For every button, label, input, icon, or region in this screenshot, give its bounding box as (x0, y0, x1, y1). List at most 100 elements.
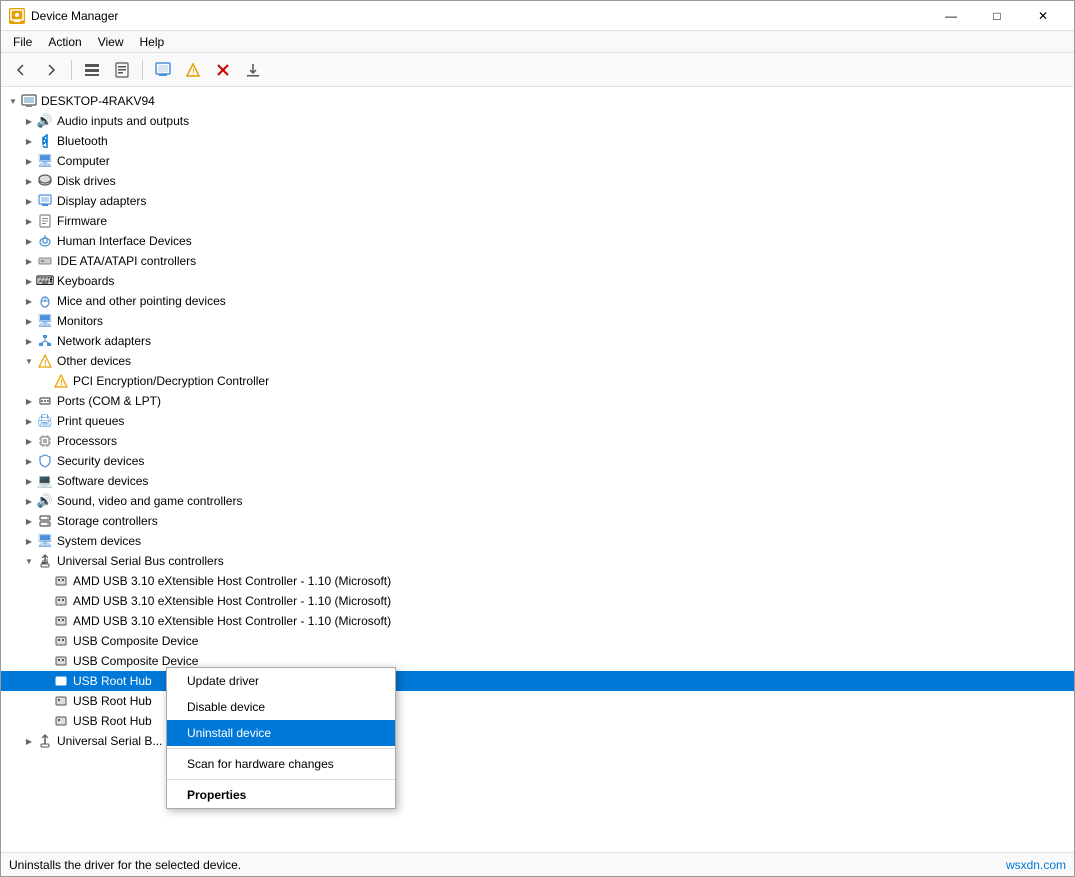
mice-expand[interactable] (21, 291, 37, 311)
ide-label: IDE ATA/ATAPI controllers (57, 254, 196, 268)
tree-item-usb-root-3[interactable]: USB Root Hub (1, 711, 1074, 731)
firmware-expand[interactable] (21, 211, 37, 231)
processors-expand[interactable] (21, 431, 37, 451)
comp2-icon (53, 653, 69, 669)
context-scan-hardware[interactable]: Scan for hardware changes (167, 751, 395, 777)
monitors-expand[interactable] (21, 311, 37, 331)
tree-item-security[interactable]: Security devices (1, 451, 1074, 471)
minimize-button[interactable]: — (928, 1, 974, 31)
keyboards-expand[interactable] (21, 271, 37, 291)
tree-item-other[interactable]: ! Other devices (1, 351, 1074, 371)
tree-item-sound[interactable]: 🔊 Sound, video and game controllers (1, 491, 1074, 511)
disk-label: Disk drives (57, 174, 116, 188)
context-disable-device[interactable]: Disable device (167, 694, 395, 720)
show-hide-button[interactable] (78, 57, 106, 83)
tree-item-print[interactable]: 🖨 Print queues (1, 411, 1074, 431)
tree-item-firmware[interactable]: Firmware (1, 211, 1074, 231)
tree-item-software[interactable]: 💻 Software devices (1, 471, 1074, 491)
tree-item-mice[interactable]: Mice and other pointing devices (1, 291, 1074, 311)
comp2-expand (37, 651, 53, 671)
sound-expand[interactable] (21, 491, 37, 511)
firmware-icon (37, 213, 53, 229)
tree-item-ports[interactable]: Ports (COM & LPT) (1, 391, 1074, 411)
tree-item-keyboards[interactable]: ⌨ Keyboards (1, 271, 1074, 291)
tree-item-display[interactable]: Display adapters (1, 191, 1074, 211)
software-expand[interactable] (21, 471, 37, 491)
tree-item-disk[interactable]: Disk drives (1, 171, 1074, 191)
tree-item-pci[interactable]: ! PCI Encryption/Decryption Controller (1, 371, 1074, 391)
firmware-label: Firmware (57, 214, 107, 228)
comp1-icon (53, 633, 69, 649)
hid-icon (37, 233, 53, 249)
context-update-driver[interactable]: Update driver (167, 668, 395, 694)
tree-item-network[interactable]: Network adapters (1, 331, 1074, 351)
close-button[interactable]: ✕ (1020, 1, 1066, 31)
download-button[interactable] (239, 57, 267, 83)
keyboard-icon: ⌨ (37, 273, 53, 289)
context-menu: Update driver Disable device Uninstall d… (166, 667, 396, 809)
print-expand[interactable] (21, 411, 37, 431)
disk-expand[interactable] (21, 171, 37, 191)
tree-item-usb2[interactable]: Universal Serial B... (1, 731, 1074, 751)
tree-item-usb-root-2[interactable]: USB Root Hub (1, 691, 1074, 711)
storage-expand[interactable] (21, 511, 37, 531)
tree-item-amd-usb-3[interactable]: AMD USB 3.10 eXtensible Host Controller … (1, 611, 1074, 631)
tree-item-composite-2[interactable]: USB Composite Device (1, 651, 1074, 671)
tree-item-monitors[interactable]: 🖥 Monitors (1, 311, 1074, 331)
tree-item-usb-root-1[interactable]: USB Root Hub (1, 671, 1074, 691)
tree-item-usb[interactable]: Universal Serial Bus controllers (1, 551, 1074, 571)
usb2-expand[interactable] (21, 731, 37, 751)
menu-help[interactable]: Help (132, 33, 173, 51)
display-expand[interactable] (21, 191, 37, 211)
uninstall-button[interactable] (209, 57, 237, 83)
tree-item-ide[interactable]: IDE ATA/ATAPI controllers (1, 251, 1074, 271)
tree-item-processors[interactable]: Processors (1, 431, 1074, 451)
network-expand[interactable] (21, 331, 37, 351)
device-tree: DESKTOP-4RAKV94 🔊 Audio inputs and outpu… (1, 87, 1074, 755)
audio-expand[interactable] (21, 111, 37, 131)
properties-button[interactable] (108, 57, 136, 83)
menu-view[interactable]: View (90, 33, 132, 51)
forward-button[interactable] (37, 57, 65, 83)
usb2-label: Universal Serial B... (57, 734, 162, 748)
monitors-label: Monitors (57, 314, 103, 328)
amd1-icon (53, 573, 69, 589)
tree-item-composite-1[interactable]: USB Composite Device (1, 631, 1074, 651)
context-separator-2 (167, 779, 395, 780)
update-driver-button[interactable]: ! (179, 57, 207, 83)
system-expand[interactable] (21, 531, 37, 551)
amd3-icon (53, 613, 69, 629)
tree-item-hid[interactable]: Human Interface Devices (1, 231, 1074, 251)
tree-item-bluetooth[interactable]: Bluetooth (1, 131, 1074, 151)
context-properties[interactable]: Properties (167, 782, 395, 808)
root-expand-icon[interactable] (5, 91, 21, 111)
tree-item-computer[interactable]: 🖥 Computer (1, 151, 1074, 171)
menu-action[interactable]: Action (40, 33, 89, 51)
ports-icon (37, 393, 53, 409)
tree-item-storage[interactable]: Storage controllers (1, 511, 1074, 531)
computer-expand[interactable] (21, 151, 37, 171)
usb-expand[interactable] (21, 551, 37, 571)
other-label: Other devices (57, 354, 131, 368)
tree-item-audio[interactable]: 🔊 Audio inputs and outputs (1, 111, 1074, 131)
context-uninstall-device[interactable]: Uninstall device (167, 720, 395, 746)
restore-button[interactable]: □ (974, 1, 1020, 31)
bluetooth-expand[interactable] (21, 131, 37, 151)
tree-item-amd-usb-2[interactable]: AMD USB 3.10 eXtensible Host Controller … (1, 591, 1074, 611)
menu-file[interactable]: File (5, 33, 40, 51)
ports-expand[interactable] (21, 391, 37, 411)
root2-label: USB Root Hub (73, 694, 152, 708)
app-icon (9, 8, 25, 24)
root1-label: USB Root Hub (73, 674, 152, 688)
tree-item-amd-usb-1[interactable]: AMD USB 3.10 eXtensible Host Controller … (1, 571, 1074, 591)
tree-root[interactable]: DESKTOP-4RAKV94 (1, 91, 1074, 111)
tree-item-system[interactable]: 🖥 System devices (1, 531, 1074, 551)
back-button[interactable] (7, 57, 35, 83)
security-expand[interactable] (21, 451, 37, 471)
other-expand[interactable] (21, 351, 37, 371)
window-controls: — □ ✕ (928, 1, 1066, 31)
ide-expand[interactable] (21, 251, 37, 271)
scan-button[interactable] (149, 57, 177, 83)
tree-content[interactable]: DESKTOP-4RAKV94 🔊 Audio inputs and outpu… (1, 87, 1074, 852)
hid-expand[interactable] (21, 231, 37, 251)
